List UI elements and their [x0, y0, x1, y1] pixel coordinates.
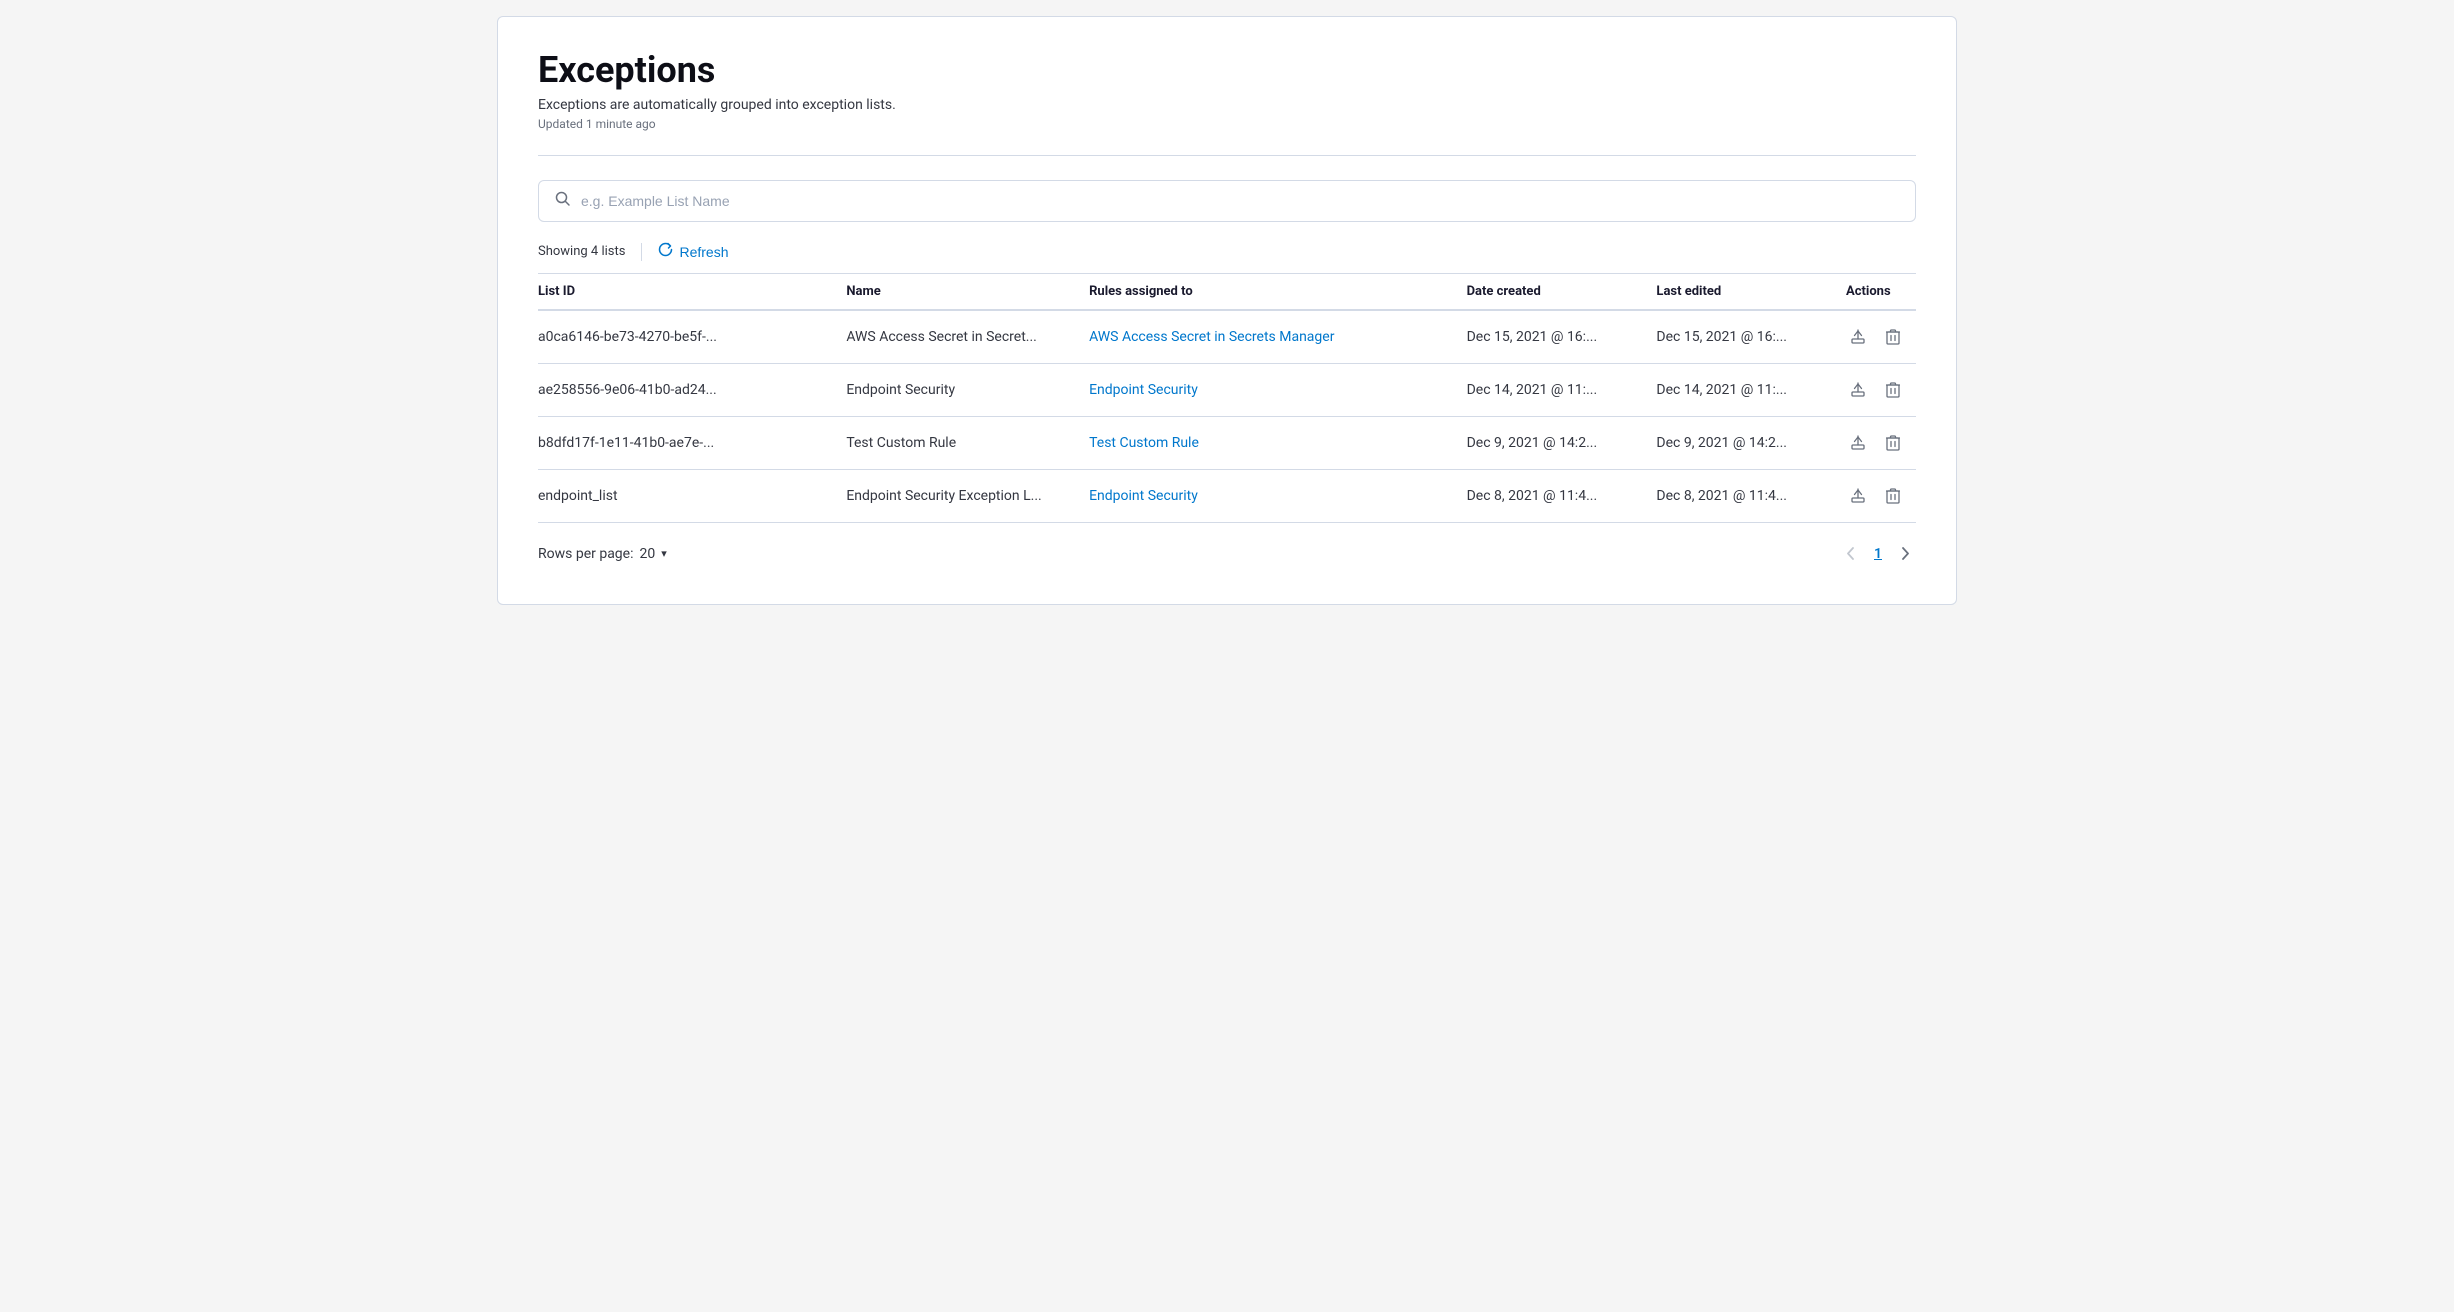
cell-last-edited: Dec 14, 2021 @ 11:...: [1644, 364, 1834, 417]
pagination-current-page[interactable]: 1: [1868, 544, 1888, 564]
table-row: ae258556-9e06-41b0-ad24... Endpoint Secu…: [538, 364, 1916, 417]
cell-name: Endpoint Security Exception L...: [834, 470, 1077, 523]
cell-date-created: Dec 9, 2021 @ 14:2...: [1455, 417, 1645, 470]
table-row: a0ca6146-be73-4270-be5f-... AWS Access S…: [538, 310, 1916, 364]
col-header-list-id: List ID: [538, 274, 834, 311]
cell-rules[interactable]: Test Custom Rule: [1077, 417, 1454, 470]
rules-link[interactable]: Test Custom Rule: [1089, 435, 1199, 451]
cell-list-id: ae258556-9e06-41b0-ad24...: [538, 364, 834, 417]
cell-last-edited: Dec 9, 2021 @ 14:2...: [1644, 417, 1834, 470]
chevron-down-icon: ▾: [661, 547, 667, 560]
cell-name: AWS Access Secret in Secret...: [834, 310, 1077, 364]
export-button[interactable]: [1846, 325, 1870, 349]
refresh-icon: [658, 242, 673, 261]
cell-rules[interactable]: Endpoint Security: [1077, 470, 1454, 523]
page-container: Exceptions Exceptions are automatically …: [497, 16, 1957, 605]
page-subtitle: Exceptions are automatically grouped int…: [538, 97, 1916, 113]
cell-name: Test Custom Rule: [834, 417, 1077, 470]
cell-actions: [1834, 417, 1916, 470]
table-header-row: List ID Name Rules assigned to Date crea…: [538, 274, 1916, 311]
refresh-button[interactable]: Refresh: [658, 242, 728, 261]
table-controls: Showing 4 lists Refresh: [538, 242, 1916, 261]
controls-divider: [641, 243, 642, 261]
cell-list-id: endpoint_list: [538, 470, 834, 523]
cell-last-edited: Dec 15, 2021 @ 16:...: [1644, 310, 1834, 364]
cell-date-created: Dec 14, 2021 @ 11:...: [1455, 364, 1645, 417]
col-header-date: Date created: [1455, 274, 1645, 311]
cell-rules[interactable]: Endpoint Security: [1077, 364, 1454, 417]
delete-button[interactable]: [1882, 484, 1904, 508]
rows-per-page-value: 20: [639, 546, 655, 562]
col-header-rules: Rules assigned to: [1077, 274, 1454, 311]
cell-actions: [1834, 364, 1916, 417]
cell-list-id: a0ca6146-be73-4270-be5f-...: [538, 310, 834, 364]
table-footer: Rows per page: 20 ▾ 1: [538, 543, 1916, 564]
cell-list-id: b8dfd17f-1e11-41b0-ae7e-...: [538, 417, 834, 470]
table-row: b8dfd17f-1e11-41b0-ae7e-... Test Custom …: [538, 417, 1916, 470]
delete-button[interactable]: [1882, 431, 1904, 455]
refresh-label: Refresh: [679, 244, 728, 260]
export-button[interactable]: [1846, 431, 1870, 455]
pagination-prev-button[interactable]: [1840, 543, 1860, 564]
export-button[interactable]: [1846, 484, 1870, 508]
rows-per-page-label: Rows per page:: [538, 546, 633, 562]
export-button[interactable]: [1846, 378, 1870, 402]
cell-last-edited: Dec 8, 2021 @ 11:4...: [1644, 470, 1834, 523]
cell-name: Endpoint Security: [834, 364, 1077, 417]
rows-per-page-selector[interactable]: Rows per page: 20 ▾: [538, 546, 667, 562]
delete-button[interactable]: [1882, 325, 1904, 349]
rules-link[interactable]: AWS Access Secret in Secrets Manager: [1089, 329, 1334, 345]
rules-link[interactable]: Endpoint Security: [1089, 382, 1198, 398]
search-icon: [555, 191, 571, 211]
col-header-actions: Actions: [1834, 274, 1916, 311]
cell-actions: [1834, 310, 1916, 364]
delete-button[interactable]: [1882, 378, 1904, 402]
rules-link[interactable]: Endpoint Security: [1089, 488, 1198, 504]
cell-actions: [1834, 470, 1916, 523]
page-title: Exceptions: [538, 49, 1916, 91]
col-header-name: Name: [834, 274, 1077, 311]
exceptions-table: List ID Name Rules assigned to Date crea…: [538, 273, 1916, 523]
col-header-edited: Last edited: [1644, 274, 1834, 311]
search-input[interactable]: [581, 193, 1899, 209]
section-divider: [538, 155, 1916, 156]
showing-count: Showing 4 lists: [538, 244, 625, 259]
cell-date-created: Dec 15, 2021 @ 16:...: [1455, 310, 1645, 364]
search-bar: [538, 180, 1916, 222]
cell-date-created: Dec 8, 2021 @ 11:4...: [1455, 470, 1645, 523]
table-row: endpoint_list Endpoint Security Exceptio…: [538, 470, 1916, 523]
pagination-next-button[interactable]: [1896, 543, 1916, 564]
page-updated: Updated 1 minute ago: [538, 117, 1916, 131]
pagination: 1: [1840, 543, 1916, 564]
cell-rules[interactable]: AWS Access Secret in Secrets Manager: [1077, 310, 1454, 364]
